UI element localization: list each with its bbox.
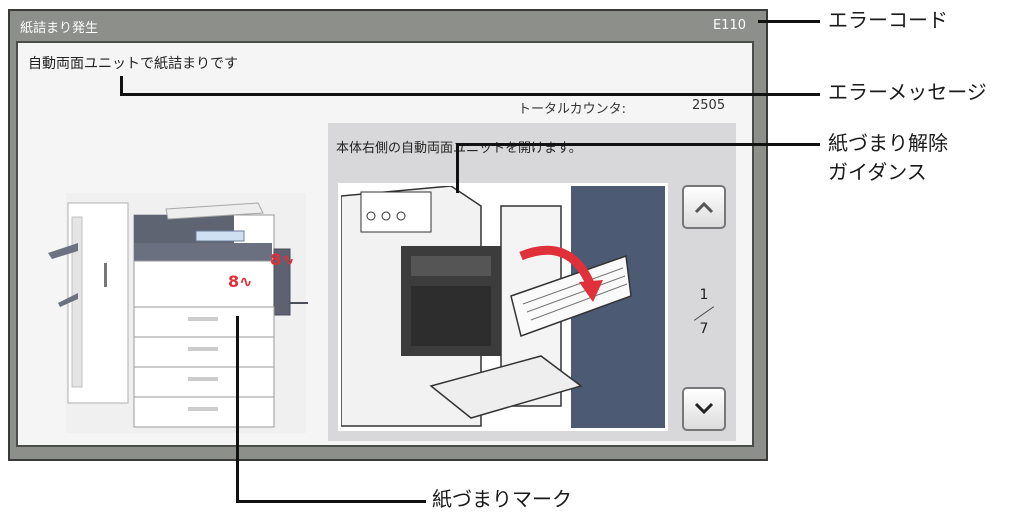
content-panel: 自動両面ユニットで紙詰まりです トータルカウンタ: 2505 8∿ 8∿ 1 7 [16, 41, 754, 447]
svg-text:8∿: 8∿ [228, 272, 253, 291]
svg-text:8∿: 8∿ [270, 250, 295, 269]
jam-mark-callout: 紙づまりマーク [432, 487, 572, 511]
chevron-down-icon [694, 402, 714, 415]
title-bar: 紙詰まり発生 E110 [10, 11, 766, 41]
error-code: E110 [712, 18, 746, 33]
error-code-leader [758, 20, 820, 23]
guidance-callout-line1: 紙づまり解除 [828, 131, 948, 155]
error-message: 自動両面ユニットで紙詰まりです [28, 56, 238, 72]
page-up-button[interactable] [682, 185, 726, 229]
guidance-panel: 本体右側の自動両面ユニットを開けます。 [328, 123, 736, 441]
guidance-leader-v [456, 143, 459, 193]
page-current: 1 [699, 287, 709, 303]
jam-mark-leader-h [236, 500, 426, 503]
total-counter-value: 2505 [692, 98, 726, 113]
page-total: 7 [699, 321, 709, 337]
error-message-callout: エラーメッセージ [828, 80, 987, 104]
jam-mark-leader-v [236, 316, 239, 502]
page-divider [693, 306, 715, 321]
total-counter-label: トータルカウンタ: [518, 102, 626, 117]
error-message-leader-h [120, 93, 820, 96]
guidance-leader-h [456, 143, 820, 146]
chevron-up-icon [694, 201, 714, 214]
error-code-callout: エラーコード [828, 8, 948, 32]
guidance-callout-line2: ガイダンス [828, 160, 927, 184]
screen-title: 紙詰まり発生 [20, 21, 99, 36]
page-down-button[interactable] [682, 387, 726, 431]
machine-illustration: 8∿ 8∿ [48, 193, 308, 433]
guidance-image [338, 183, 668, 431]
